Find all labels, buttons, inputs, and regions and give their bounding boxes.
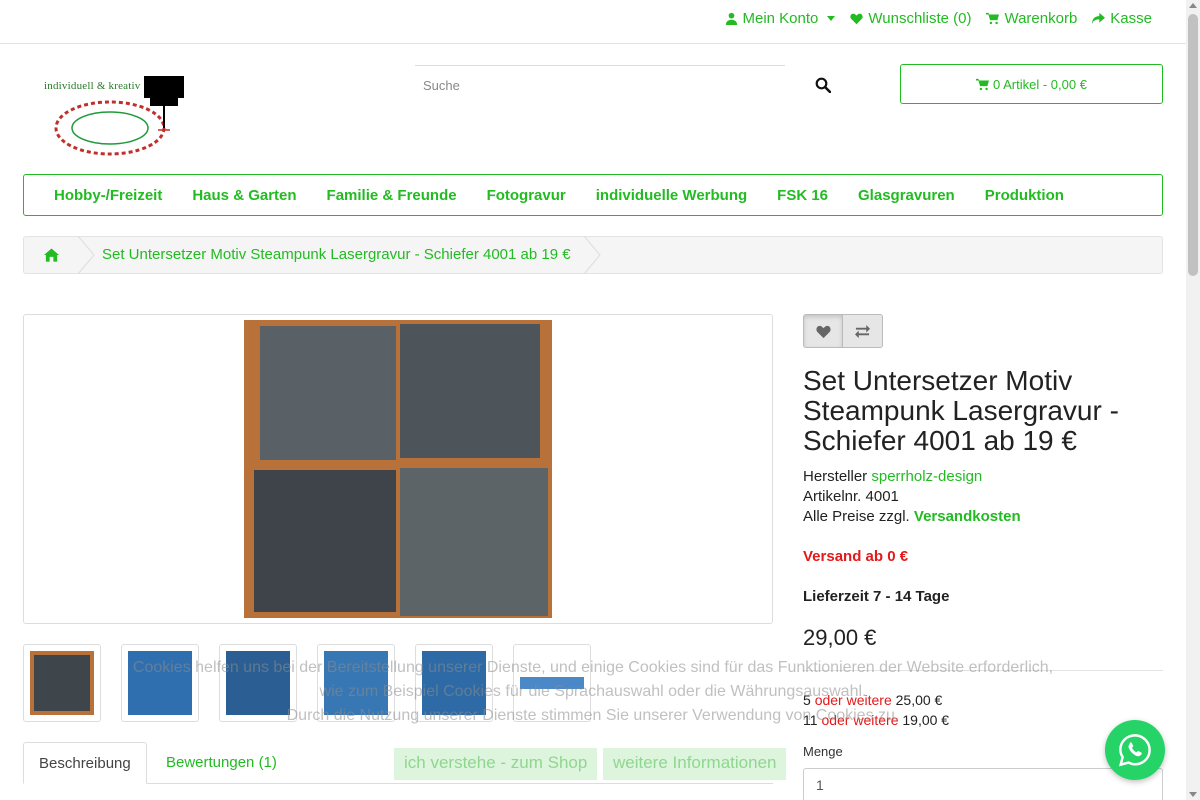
category-werbung[interactable]: individuelle Werbung [596, 187, 747, 204]
breadcrumb: Set Untersetzer Motiv Steampunk Lasergra… [23, 236, 1163, 274]
compare-button[interactable] [843, 314, 883, 348]
top-nav: Mein Konto Wunschliste (0) Warenkorb Kas… [725, 10, 1152, 27]
cart-icon [976, 78, 990, 90]
cookie-text-line: Durch die Nutzung unserer Dienste stimme… [286, 707, 900, 724]
quantity-label: Menge [803, 744, 843, 759]
account-menu[interactable]: Mein Konto [725, 10, 836, 27]
category-fotogravur[interactable]: Fotogravur [487, 187, 566, 204]
category-produktion[interactable]: Produktion [985, 187, 1064, 204]
search-bar [415, 65, 852, 105]
coaster-tile [254, 470, 396, 612]
account-label: Mein Konto [742, 10, 819, 27]
breadcrumb-current[interactable]: Set Untersetzer Motiv Steampunk Lasergra… [102, 246, 571, 263]
checkout-label: Kasse [1110, 10, 1152, 27]
prices-note: Alle Preise zzgl. Versandkosten [803, 507, 1021, 527]
user-icon [725, 12, 737, 25]
heart-icon [815, 325, 831, 338]
cart-link[interactable]: Warenkorb [986, 10, 1077, 27]
quantity-input[interactable] [803, 768, 1163, 800]
mini-cart-button[interactable]: 0 Artikel - 0,00 € [900, 64, 1163, 104]
wishlist-link[interactable]: Wunschliste (0) [850, 10, 971, 27]
category-haus-garten[interactable]: Haus & Garten [192, 187, 296, 204]
category-hobby[interactable]: Hobby-/Freizeit [54, 187, 162, 204]
product-photo [244, 320, 552, 618]
product-title: Set Untersetzer Motiv Steampunk Lasergra… [803, 365, 1119, 456]
share-arrow-icon [1092, 12, 1106, 25]
prices-label: Alle Preise zzgl. [803, 508, 910, 525]
manufacturer-row: Hersteller sperrholz-design [803, 467, 1021, 487]
manufacturer-link[interactable]: sperrholz-design [871, 468, 982, 485]
product-meta: Hersteller sperrholz-design Artikelnr. 4… [803, 467, 1021, 527]
shop-logo[interactable]: individuell & kreativ [40, 72, 190, 158]
product-price: 29,00 € [803, 625, 877, 650]
top-bar: Mein Konto Wunschliste (0) Warenkorb Kas… [0, 0, 1186, 44]
shipping-from: Versand ab 0 € [803, 548, 909, 565]
breadcrumb-separator [583, 236, 601, 274]
delivery-time: Lieferzeit 7 - 14 Tage [803, 588, 950, 605]
cookie-notice: Cookies helfen uns bei der Bereitstellun… [0, 656, 1186, 728]
scrollbar-thumb[interactable] [1188, 14, 1198, 276]
cookie-text-line: Cookies helfen uns bei der Bereitstellun… [132, 659, 1054, 676]
scroll-down-icon[interactable] [1189, 792, 1197, 797]
shipping-cost-link[interactable]: Versandkosten [914, 508, 1021, 525]
checkout-link[interactable]: Kasse [1092, 10, 1152, 27]
coaster-tile [400, 324, 540, 458]
search-input[interactable] [415, 65, 785, 105]
coaster-tile [400, 468, 548, 616]
mini-cart-label: 0 Artikel - 0,00 € [993, 76, 1087, 92]
cart-label: Warenkorb [1004, 10, 1078, 27]
search-icon[interactable] [815, 77, 831, 93]
heart-icon [850, 13, 864, 25]
product-image-frame[interactable] [23, 314, 773, 624]
category-glasgravuren[interactable]: Glasgravuren [858, 187, 955, 204]
tab-reviews[interactable]: Bewertungen (1) [151, 742, 292, 784]
cookie-accept-button[interactable]: ich verstehe - zum Shop [394, 748, 598, 780]
manufacturer-label: Hersteller [803, 468, 868, 485]
wishlist-label: Wunschliste (0) [868, 10, 972, 27]
coaster-tile [260, 326, 396, 460]
home-icon[interactable] [44, 248, 59, 262]
cart-icon [986, 12, 1000, 25]
breadcrumb-separator [77, 236, 95, 274]
whatsapp-icon [1118, 734, 1151, 767]
sku: Artikelnr. 4001 [803, 488, 899, 505]
cookie-more-info-button[interactable]: weitere Informationen [603, 748, 787, 780]
category-nav: Hobby-/Freizeit Haus & Garten Familie & … [23, 174, 1163, 216]
category-familie[interactable]: Familie & Freunde [327, 187, 457, 204]
logo-tagline: individuell & kreativ [44, 80, 141, 92]
cookie-text-line: wie zum Beispiel Cookies für die Spracha… [319, 683, 867, 700]
scroll-up-icon[interactable] [1189, 3, 1197, 8]
page-scrollbar[interactable] [1186, 0, 1200, 800]
category-fsk16[interactable]: FSK 16 [777, 187, 828, 204]
add-to-wishlist-button[interactable] [803, 314, 843, 348]
exchange-icon [855, 324, 870, 338]
tab-description[interactable]: Beschreibung [23, 742, 147, 784]
whatsapp-chat-button[interactable] [1105, 720, 1165, 780]
product-actions [803, 314, 883, 348]
chevron-down-icon [827, 16, 836, 21]
